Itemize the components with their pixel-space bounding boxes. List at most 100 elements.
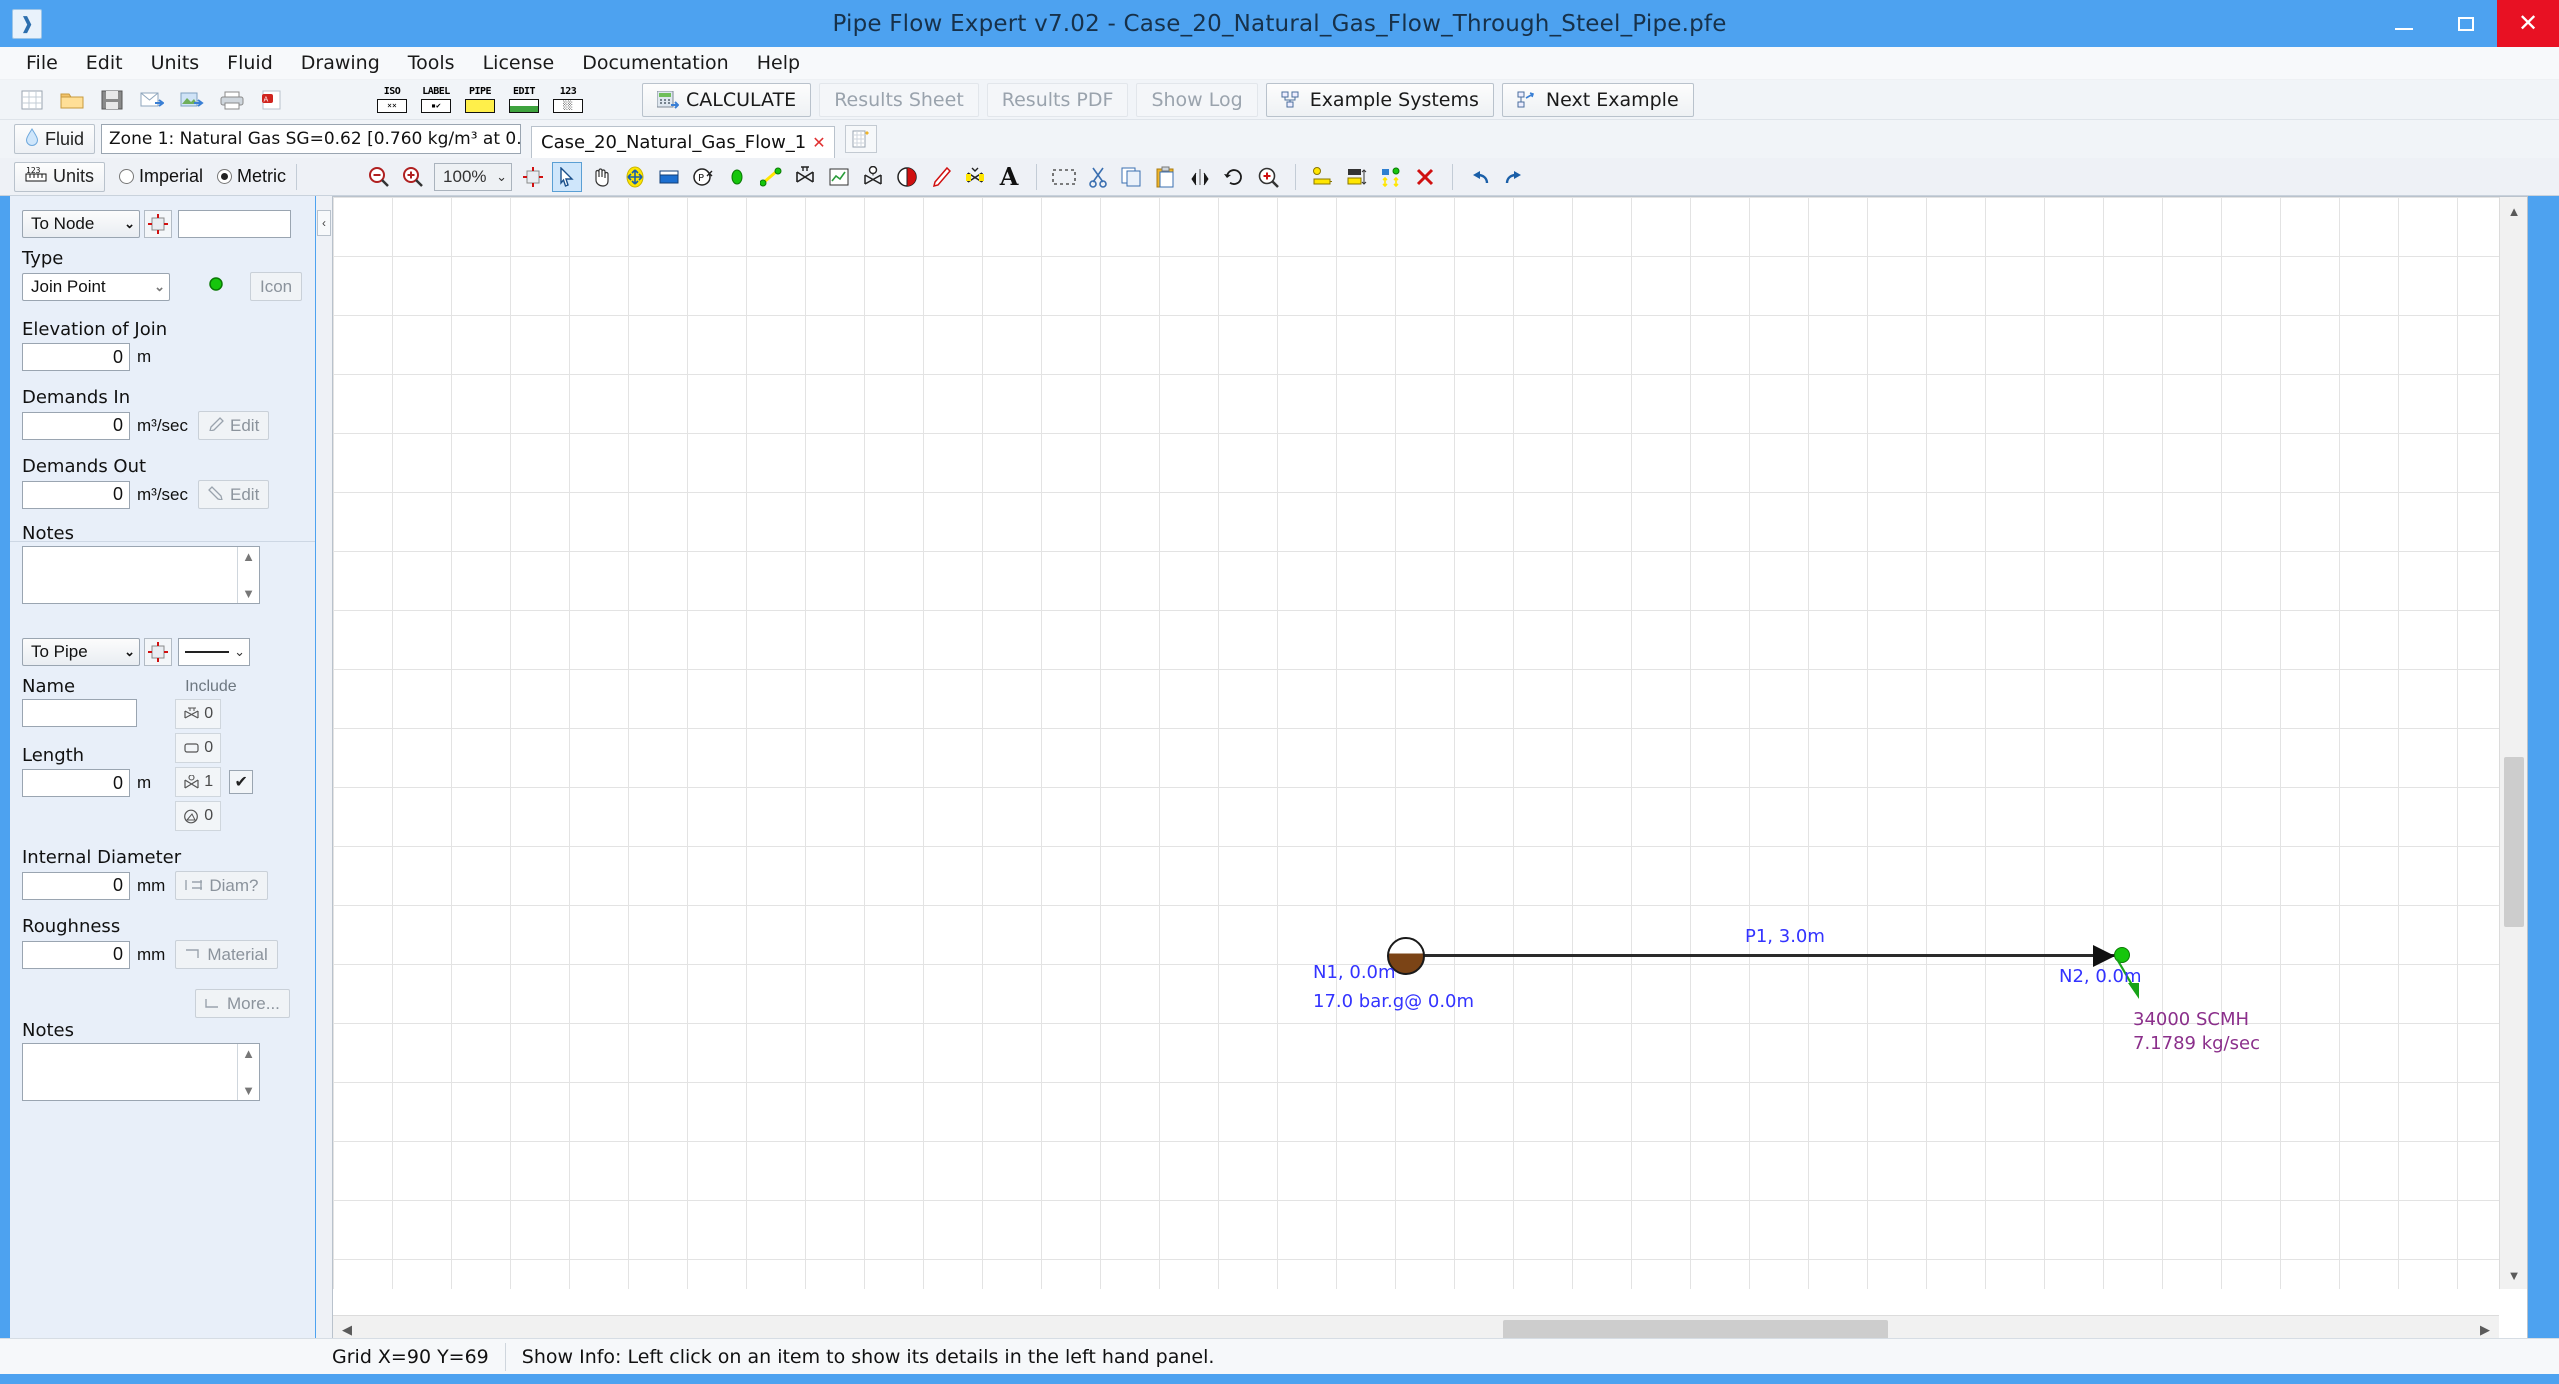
copy-icon[interactable] [1117,162,1147,192]
pipe-target-crosshair-icon[interactable] [144,638,172,666]
node-notes-input[interactable]: ▲ ▼ [22,546,260,604]
scroll-up-icon[interactable]: ▲ [2500,197,2527,225]
fluid-zone-combo[interactable]: Zone 1: Natural Gas SG=0.62 [0.760 kg/m³… [101,124,522,154]
pan-hand-icon[interactable] [586,162,616,192]
menu-documentation[interactable]: Documentation [568,49,742,77]
results-pdf-button[interactable]: Results PDF [986,82,1129,117]
maximize-button[interactable] [2435,0,2497,47]
edit-icon[interactable]: EDIT [504,83,544,117]
pen-icon[interactable] [926,162,956,192]
distribute-icon[interactable] [1376,162,1406,192]
node-notes-scrollbar[interactable]: ▲ ▼ [237,547,259,603]
node-target-crosshair-icon[interactable] [144,210,172,238]
chevron-down-icon[interactable]: ▼ [242,1083,255,1098]
minimize-button[interactable] [2373,0,2435,47]
pipe-p1-line[interactable] [1405,954,2119,957]
length-input[interactable]: 0 [22,769,130,797]
menu-tools[interactable]: Tools [394,49,469,77]
imperial-radio[interactable]: Imperial [119,166,203,187]
example-systems-button[interactable]: Example Systems [1265,82,1494,117]
close-icon[interactable]: ✕ [812,133,825,152]
menu-drawing[interactable]: Drawing [287,49,394,77]
select-pointer-icon[interactable] [552,161,583,192]
rotate-icon[interactable] [1219,162,1249,192]
demands-in-edit-button[interactable]: Edit [198,411,270,440]
panel-splitter[interactable]: ‹ [316,196,332,1344]
node-icon-button[interactable]: Icon [250,272,303,301]
pipe-scope-combo[interactable]: To Pipe ⌄ [22,638,140,666]
zoom-in-icon[interactable] [398,162,428,192]
scroll-down-icon[interactable]: ▼ [2500,1261,2527,1289]
menu-fluid[interactable]: Fluid [213,49,287,77]
pump-icon[interactable]: P [688,162,718,192]
pipe-notes-scrollbar[interactable]: ▲ ▼ [237,1044,259,1100]
canvas-vertical-scrollbar[interactable]: ▲ ▼ [2499,197,2527,1289]
chevron-up-icon[interactable]: ▲ [242,1046,255,1061]
text-icon[interactable]: A [994,162,1024,192]
align-right-icon[interactable] [1308,162,1338,192]
horizontal-scroll-thumb[interactable] [1503,1320,1888,1340]
align-vertical-icon[interactable] [1342,162,1372,192]
iso-view-icon[interactable]: ISO ⨯⨯ [372,83,412,117]
node-name-input[interactable] [178,210,291,238]
flip-horizontal-icon[interactable] [1185,162,1215,192]
menu-help[interactable]: Help [743,49,814,77]
print-icon[interactable] [215,84,249,116]
pipe-draw-icon[interactable] [756,162,786,192]
calculate-button[interactable]: CALCULATE [642,82,812,117]
pipe-name-input[interactable] [22,699,137,727]
control-valve-icon[interactable] [858,162,888,192]
zoom-region-icon[interactable] [1253,162,1283,192]
document-tab[interactable]: Case_20_Natural_Gas_Flow_1 ✕ [531,126,835,158]
move-icon[interactable] [620,162,650,192]
tank-icon[interactable] [654,162,684,192]
demands-out-edit-button[interactable]: Edit [198,480,270,509]
new-document-icon[interactable] [844,125,877,153]
units-ruler-icon[interactable]: 123 ░░ [548,83,588,117]
zoom-out-icon[interactable] [364,162,394,192]
export-image-icon[interactable] [175,84,209,116]
fittings-include-checkbox[interactable]: ✔ [229,770,254,794]
diameter-help-button[interactable]: Diam? [175,871,269,900]
pumps-count-button[interactable]: 0 [175,801,222,831]
menu-license[interactable]: License [469,49,569,77]
redo-icon[interactable] [1499,162,1529,192]
flow-direction-icon[interactable] [960,162,990,192]
pipe-icon[interactable]: PIPE [460,83,500,117]
vertical-scroll-thumb[interactable] [2504,757,2524,927]
open-folder-icon[interactable] [55,84,89,116]
menu-units[interactable]: Units [137,49,214,77]
email-icon[interactable] [135,84,169,116]
pipe-notes-input[interactable]: ▲ ▼ [22,1043,260,1101]
diameter-input[interactable]: 0 [22,871,130,900]
valves-count-button[interactable]: 0 [175,699,222,729]
select-area-icon[interactable] [1049,162,1079,192]
snap-to-grid-icon[interactable] [518,162,548,192]
delete-icon[interactable] [1410,162,1440,192]
fluid-button[interactable]: Fluid [14,124,96,154]
demands-out-input[interactable]: 0 [22,480,130,509]
pump-curve-icon[interactable] [892,162,922,192]
zoom-level-combo[interactable]: 100% ⌄ [434,162,513,191]
node-scope-combo[interactable]: To Node ⌄ [22,210,140,238]
label-icon[interactable]: LABEL ▪✔ [416,83,456,117]
collapse-panel-button[interactable]: ‹ [317,210,331,236]
drawing-canvas[interactable]: N1, 0.0m 17.0 bar.g@ 0.0m P1, 3.0m N2, 0… [332,196,2528,1344]
fittings-count-button[interactable]: 1 [175,767,222,797]
undo-icon[interactable] [1465,162,1495,192]
node-type-combo[interactable]: Join Point ⌄ [22,272,170,301]
metric-radio[interactable]: Metric [217,166,286,187]
paste-icon[interactable] [1151,162,1181,192]
pipe-line-style-combo[interactable]: ⌄ [178,638,250,666]
new-grid-icon[interactable] [15,84,49,116]
pdf-icon[interactable]: A [255,84,289,116]
chart-icon[interactable] [824,162,854,192]
node-icon[interactable] [722,162,752,192]
close-button[interactable]: ✕ [2497,0,2559,47]
more-button[interactable]: More... [195,989,290,1018]
menu-file[interactable]: File [12,49,72,77]
roughness-input[interactable]: 0 [22,940,130,969]
chevron-down-icon[interactable]: ▼ [242,586,255,601]
cut-icon[interactable] [1083,162,1113,192]
next-example-button[interactable]: Next Example [1501,82,1694,117]
